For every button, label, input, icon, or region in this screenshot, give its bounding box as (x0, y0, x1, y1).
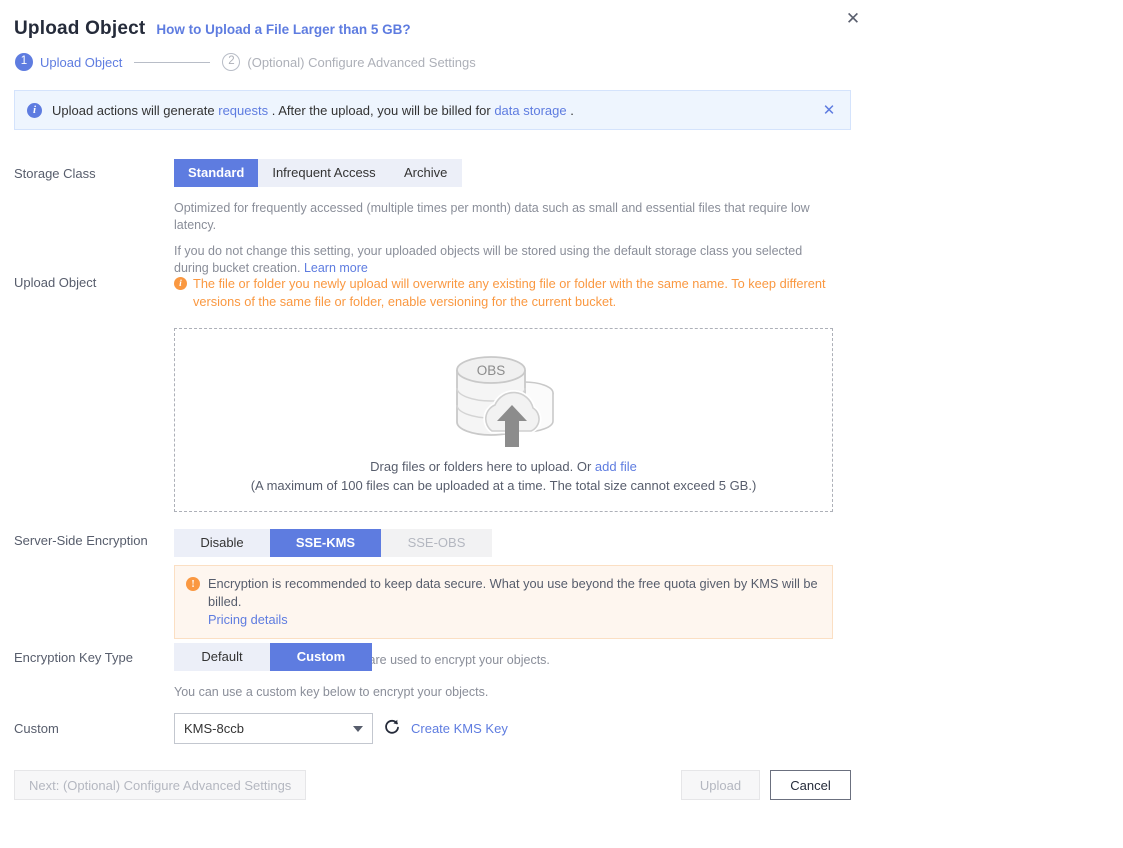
file-dropzone[interactable]: OBS Drag files or folders here to upload… (174, 328, 833, 512)
storage-class-field: Standard Infrequent Access Archive Optim… (174, 159, 834, 277)
overwrite-warning: i The file or folder you newly upload wi… (174, 275, 834, 311)
pricing-details-link[interactable]: Pricing details (208, 611, 821, 629)
dropzone-line-1: Drag files or folders here to upload. Or… (251, 457, 757, 476)
help-link[interactable]: How to Upload a File Larger than 5 GB? (156, 22, 410, 37)
storage-class-label: Storage Class (14, 166, 96, 181)
step-1-bullet: 1 (15, 53, 33, 71)
upload-object-label: Upload Object (14, 275, 97, 290)
sse-option-sse-kms[interactable]: SSE-KMS (270, 529, 381, 557)
upload-object-dialog: ✕ Upload Object How to Upload a File Lar… (0, 0, 1123, 848)
svg-text:OBS: OBS (476, 363, 505, 378)
storage-class-option-standard[interactable]: Standard (174, 159, 259, 187)
dialog-header: Upload Object How to Upload a File Large… (14, 18, 411, 40)
alert-message: Encryption is recommended to keep data s… (208, 576, 818, 609)
storage-class-hint-2-text: If you do not change this setting, your … (174, 244, 803, 275)
step-1-label: Upload Object (40, 54, 123, 70)
key-type-hint: You can use a custom key below to encryp… (174, 685, 489, 699)
requests-link[interactable]: requests (218, 103, 268, 118)
custom-key-select[interactable]: KMS-8ccb (174, 713, 373, 744)
storage-class-segmented-control: Standard Infrequent Access Archive (174, 159, 834, 187)
sse-option-disable[interactable]: Disable (174, 529, 270, 557)
close-icon[interactable]: ✕ (841, 6, 865, 30)
learn-more-link[interactable]: Learn more (304, 261, 368, 275)
info-text-before: Upload actions will generate (52, 102, 215, 118)
overwrite-warning-text: The file or folder you newly upload will… (193, 276, 826, 309)
encryption-key-type-field: Default Custom You can use a custom key … (174, 643, 488, 701)
refresh-icon-glyph (385, 719, 399, 734)
upload-object-field: i The file or folder you newly upload wi… (174, 275, 834, 512)
key-type-segmented-control: Default Custom (174, 643, 488, 671)
info-banner: i Upload actions will generate requests … (14, 90, 851, 130)
data-storage-link[interactable]: data storage (494, 103, 566, 118)
step-connector (134, 61, 211, 63)
refresh-icon[interactable] (384, 719, 400, 739)
step-upload-object[interactable]: 1 Upload Object (15, 53, 122, 71)
step-2-label: (Optional) Configure Advanced Settings (247, 54, 476, 70)
kms-billing-alert-text: Encryption is recommended to keep data s… (208, 575, 821, 629)
cancel-button[interactable]: Cancel (770, 770, 851, 800)
chevron-down-icon (353, 725, 363, 732)
server-side-encryption-label: Server-Side Encryption (14, 533, 148, 548)
sse-option-sse-obs: SSE-OBS (381, 529, 492, 557)
banner-close-icon[interactable]: ✕ (820, 101, 838, 119)
storage-class-option-infrequent-access[interactable]: Infrequent Access (258, 159, 390, 187)
sse-segmented-control: Disable SSE-KMS SSE-OBS (174, 529, 833, 557)
obs-upload-icon: OBS (455, 356, 554, 447)
storage-class-option-archive[interactable]: Archive (389, 159, 462, 187)
alert-icon: ! (186, 577, 200, 591)
info-icon: i (27, 102, 42, 118)
warning-icon: i (174, 277, 187, 290)
custom-key-selected-value: KMS-8ccb (184, 721, 244, 736)
key-type-option-default[interactable]: Default (174, 643, 270, 671)
step-2-bullet: 2 (222, 53, 241, 71)
create-kms-key-link[interactable]: Create KMS Key (411, 721, 508, 736)
key-type-option-custom[interactable]: Custom (270, 643, 372, 671)
step-indicator: 1 Upload Object 2 (Optional) Configure A… (15, 53, 476, 71)
custom-key-label: Custom (14, 721, 59, 736)
dialog-footer: Next: (Optional) Configure Advanced Sett… (0, 770, 1123, 800)
info-banner-text: Upload actions will generate requests . … (52, 103, 574, 118)
info-text-middle: . After the upload, you will be billed f… (271, 102, 491, 118)
dropzone-line-1-text: Drag files or folders here to upload. Or (370, 459, 592, 474)
upload-button: Upload (681, 770, 760, 800)
add-file-link[interactable]: add file (595, 459, 637, 474)
storage-class-hint-1: Optimized for frequently accessed (multi… (174, 201, 810, 232)
dropzone-line-2: (A maximum of 100 files can be uploaded … (250, 478, 757, 493)
encryption-key-type-label: Encryption Key Type (14, 650, 133, 665)
dropzone-text: Drag files or folders here to upload. Or… (251, 457, 757, 495)
storage-class-hint-2: If you do not change this setting, your … (174, 243, 824, 277)
page-title: Upload Object (14, 18, 146, 39)
next-step-button: Next: (Optional) Configure Advanced Sett… (14, 770, 307, 800)
custom-key-field: KMS-8ccb Create KMS Key (174, 713, 508, 744)
info-text-after: . (570, 102, 574, 118)
step-advanced-settings[interactable]: 2 (Optional) Configure Advanced Settings (222, 53, 476, 71)
kms-billing-alert: ! Encryption is recommended to keep data… (174, 565, 833, 639)
